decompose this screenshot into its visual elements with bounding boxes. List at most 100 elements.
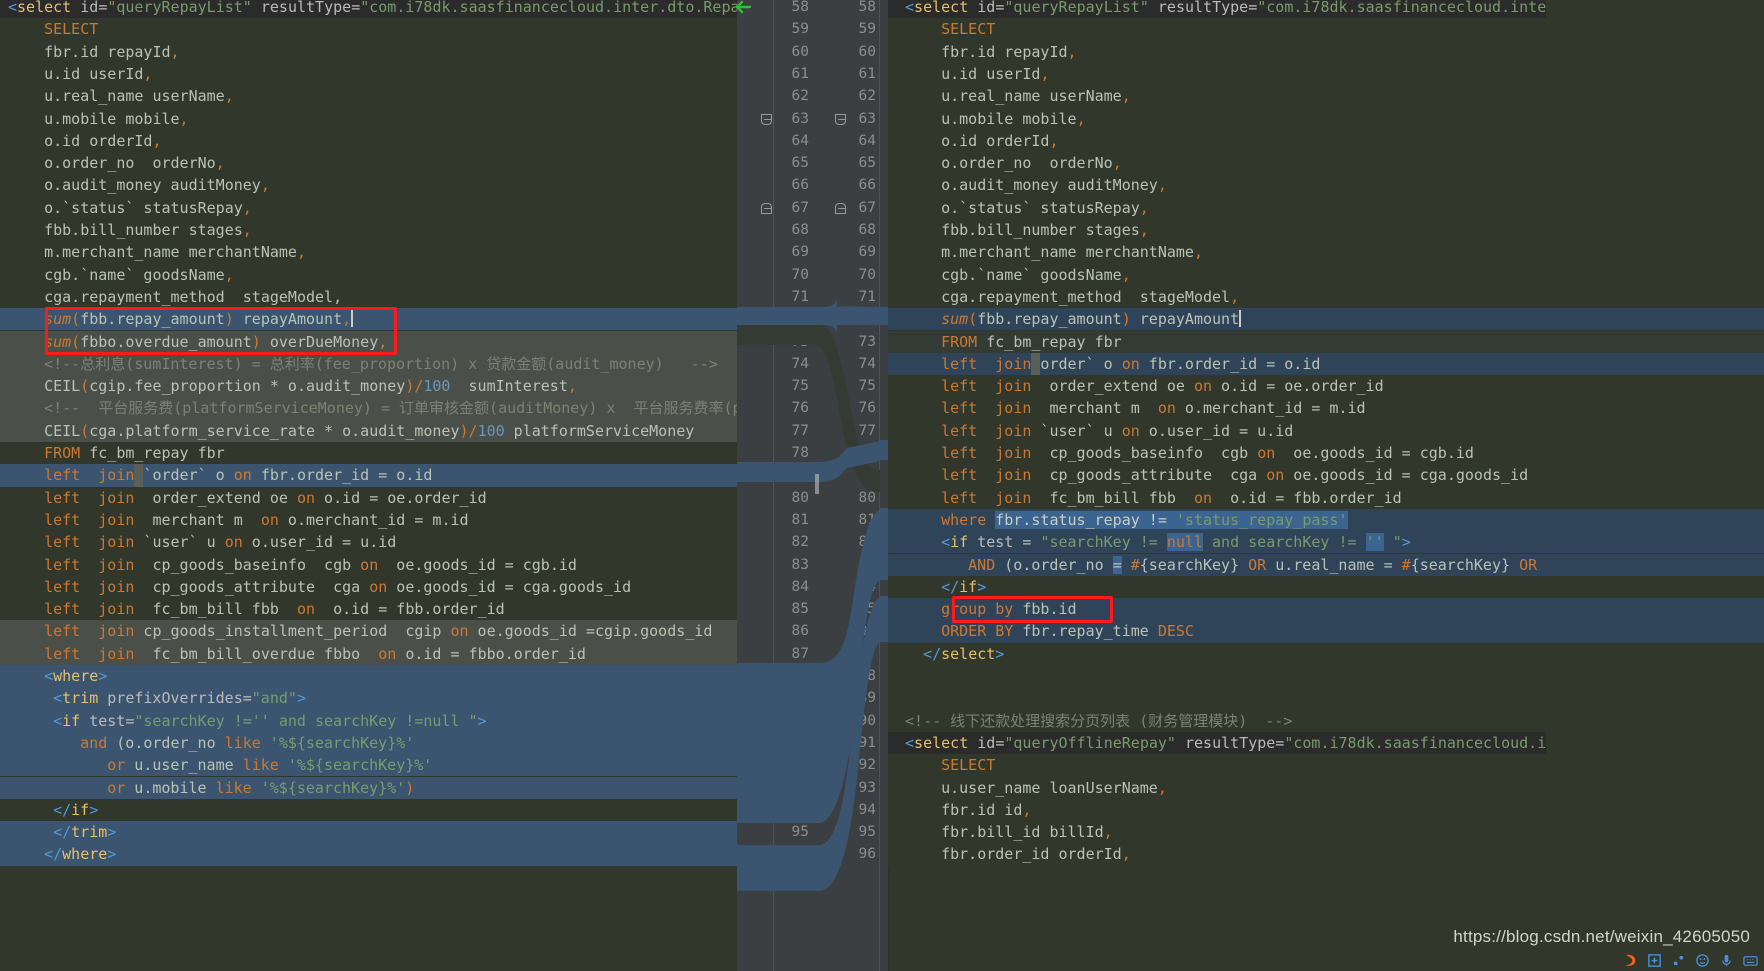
voice-input-icon[interactable]	[1719, 953, 1734, 968]
code-line[interactable]: u.id userId,	[888, 63, 1764, 85]
code-line[interactable]: o.id orderId,	[888, 130, 1764, 152]
code-token: cp_goods_installment_period cgip	[134, 622, 451, 641]
code-line[interactable]: fbr.id repayId,	[0, 41, 737, 63]
code-line[interactable]: o.order_no orderNo,	[888, 152, 1764, 174]
code-line[interactable]: fbb.bill_number stages,	[0, 219, 737, 241]
code-line[interactable]: fbr.id id,	[888, 799, 1764, 821]
code-line[interactable]: SELECT	[888, 754, 1764, 776]
code-line[interactable]: cgb.`name` goodsName,	[0, 264, 737, 286]
code-line[interactable]: left join cp_goods_baseinfo cgb on oe.go…	[888, 442, 1764, 464]
code-line[interactable]: left join merchant m on o.merchant_id = …	[888, 397, 1764, 419]
code-line[interactable]: o.audit_money auditMoney,	[888, 174, 1764, 196]
code-line[interactable]	[888, 687, 1764, 709]
code-line[interactable]: u.real_name userName,	[888, 85, 1764, 107]
code-line[interactable]: sum(fbb.repay_amount) repayAmount	[888, 308, 1764, 330]
code-line[interactable]: left join`order` o on fbr.order_id = o.i…	[888, 353, 1764, 375]
code-line[interactable]: o.`status` statusRepay,	[0, 197, 737, 219]
code-line[interactable]: <trim prefixOverrides="and">	[0, 687, 737, 709]
code-token: ,	[143, 64, 153, 83]
code-line[interactable]: sum(fbb.repay_amount) repayAmount,	[0, 308, 737, 330]
code-line[interactable]: ORDER BY fbr.repay_time DESC	[888, 620, 1764, 642]
code-line[interactable]: left join `user` u on o.user_id = u.id	[888, 420, 1764, 442]
code-line[interactable]: FROM fc_bm_repay fbr	[888, 331, 1764, 353]
code-line[interactable]: FROM fc_bm_repay fbr	[0, 442, 737, 464]
code-line[interactable]: </select>	[888, 643, 1764, 665]
code-line[interactable]: o.`status` statusRepay,	[888, 197, 1764, 219]
code-line[interactable]	[888, 665, 1764, 687]
code-line[interactable]: left join `order` o on fbr.order_id = o.…	[0, 464, 737, 486]
right-editor-pane[interactable]: <select id="queryRepayList" resultType="…	[888, 0, 1764, 971]
code-line[interactable]: <select id="queryRepayList" resultType="…	[0, 0, 737, 19]
code-line[interactable]: AND (o.order_no = #{searchKey} OR u.real…	[888, 554, 1764, 576]
code-line[interactable]: <if test = "searchKey != null and search…	[888, 531, 1764, 553]
code-line[interactable]: group by fbb.id	[888, 598, 1764, 620]
code-line[interactable]: sum(fbbo.overdue_amount) overDueMoney,	[0, 331, 737, 353]
code-line[interactable]: <select id="queryOfflineRepay" resultTyp…	[888, 731, 1764, 755]
code-line[interactable]: u.real_name userName,	[0, 85, 737, 107]
code-line[interactable]: left join cp_goods_attribute cga on oe.g…	[0, 576, 737, 598]
code-line[interactable]: left join order_extend oe on o.id = oe.o…	[0, 487, 737, 509]
chinese-mode-icon[interactable]	[1647, 953, 1662, 968]
code-line[interactable]: and (o.order_no like '%${searchKey}%'	[0, 732, 737, 754]
code-line[interactable]: CEIL(cga.platform_service_rate * o.audit…	[0, 420, 737, 442]
code-line[interactable]: o.id orderId,	[0, 130, 737, 152]
code-line[interactable]: cgb.`name` goodsName,	[888, 264, 1764, 286]
code-line[interactable]: CEIL(cgip.fee_proportion * o.audit_money…	[0, 375, 737, 397]
code-line[interactable]: fbr.id repayId,	[888, 41, 1764, 63]
code-line[interactable]: </trim>	[0, 821, 737, 843]
code-line[interactable]: fbr.bill_id billId,	[888, 821, 1764, 843]
sogou-ime-icon[interactable]	[1623, 953, 1638, 968]
code-line[interactable]: left join cp_goods_baseinfo cgb on oe.go…	[0, 554, 737, 576]
code-line[interactable]: left join `user` u on o.user_id = u.id	[0, 531, 737, 553]
keyboard-icon[interactable]	[1743, 953, 1758, 968]
code-line[interactable]: fbr.order_id orderId,	[888, 843, 1764, 865]
code-token: o.user_id = u.id	[1139, 421, 1294, 440]
punctuation-icon[interactable]	[1671, 953, 1686, 968]
code-line[interactable]: <if test="searchKey !='' and searchKey !…	[0, 710, 737, 732]
code-line[interactable]: left join merchant m on o.merchant_id = …	[0, 509, 737, 531]
code-token: cga.repayment_method stageModel	[941, 287, 1231, 306]
code-token: #	[1401, 555, 1411, 574]
code-line[interactable]: left join cp_goods_attribute cga on oe.g…	[888, 464, 1764, 486]
code-token: on	[1266, 466, 1285, 485]
code-line[interactable]: or u.mobile like '%${searchKey}%')	[0, 777, 737, 799]
code-line[interactable]: left join order_extend oe on o.id = oe.o…	[888, 375, 1764, 397]
code-line[interactable]: u.id userId,	[0, 63, 737, 85]
ime-tray[interactable]	[1623, 949, 1758, 971]
code-line[interactable]: <where>	[0, 665, 737, 687]
code-line[interactable]: SELECT	[0, 18, 737, 40]
code-line[interactable]: u.mobile mobile,	[888, 108, 1764, 130]
code-line[interactable]: u.user_name loanUserName,	[888, 777, 1764, 799]
code-line[interactable]: cga.repayment_method stageModel,	[0, 286, 737, 308]
code-line[interactable]: left join fc_bm_bill fbb on o.id = fbb.o…	[0, 598, 737, 620]
code-line[interactable]: left join cp_goods_installment_period cg…	[0, 620, 737, 642]
code-line[interactable]: <!-- 平台服务费(platformServiceMoney) = 订单审核金…	[0, 397, 737, 419]
code-line[interactable]: where fbr.status_repay != 'status_repay_…	[888, 509, 1764, 531]
left-editor-pane[interactable]: <select id="queryRepayList" resultType="…	[0, 0, 737, 971]
code-line[interactable]: </if>	[0, 799, 737, 821]
code-line[interactable]: u.mobile mobile,	[0, 108, 737, 130]
code-line[interactable]: </if>	[888, 576, 1764, 598]
code-token: <	[8, 0, 18, 16]
code-line[interactable]: o.audit_money auditMoney,	[0, 174, 737, 196]
code-line[interactable]: o.order_no orderNo,	[0, 152, 737, 174]
code-line[interactable]: cga.repayment_method stageModel,	[888, 286, 1764, 308]
code-line[interactable]: <select id="queryRepayList" resultType="…	[888, 0, 1764, 19]
code-line[interactable]: left join fc_bm_bill fbb on o.id = fbb.o…	[888, 487, 1764, 509]
code-line[interactable]: left join fc_bm_bill_overdue fbbo on o.i…	[0, 643, 737, 665]
code-token: 100	[423, 377, 451, 396]
code-line[interactable]: m.merchant_name merchantName,	[0, 241, 737, 263]
code-token: FROM	[44, 444, 81, 462]
code-token: ,	[1112, 154, 1122, 173]
code-line[interactable]: fbb.bill_number stages,	[888, 219, 1764, 241]
code-token: u.id userId	[941, 64, 1041, 83]
code-line[interactable]: </where>	[0, 843, 737, 865]
code-line[interactable]: <!-- 线下还款处理搜索分页列表 (财务管理模块) -->	[888, 710, 1764, 732]
code-line[interactable]: SELECT	[888, 18, 1764, 40]
code-line[interactable]: m.merchant_name merchantName,	[888, 241, 1764, 263]
emoji-icon[interactable]	[1695, 953, 1710, 968]
code-line[interactable]: <!--总利息(sumInterest) = 总利率(fee_proportio…	[0, 353, 737, 375]
code-line[interactable]: or u.user_name like '%${searchKey}%'	[0, 754, 737, 776]
